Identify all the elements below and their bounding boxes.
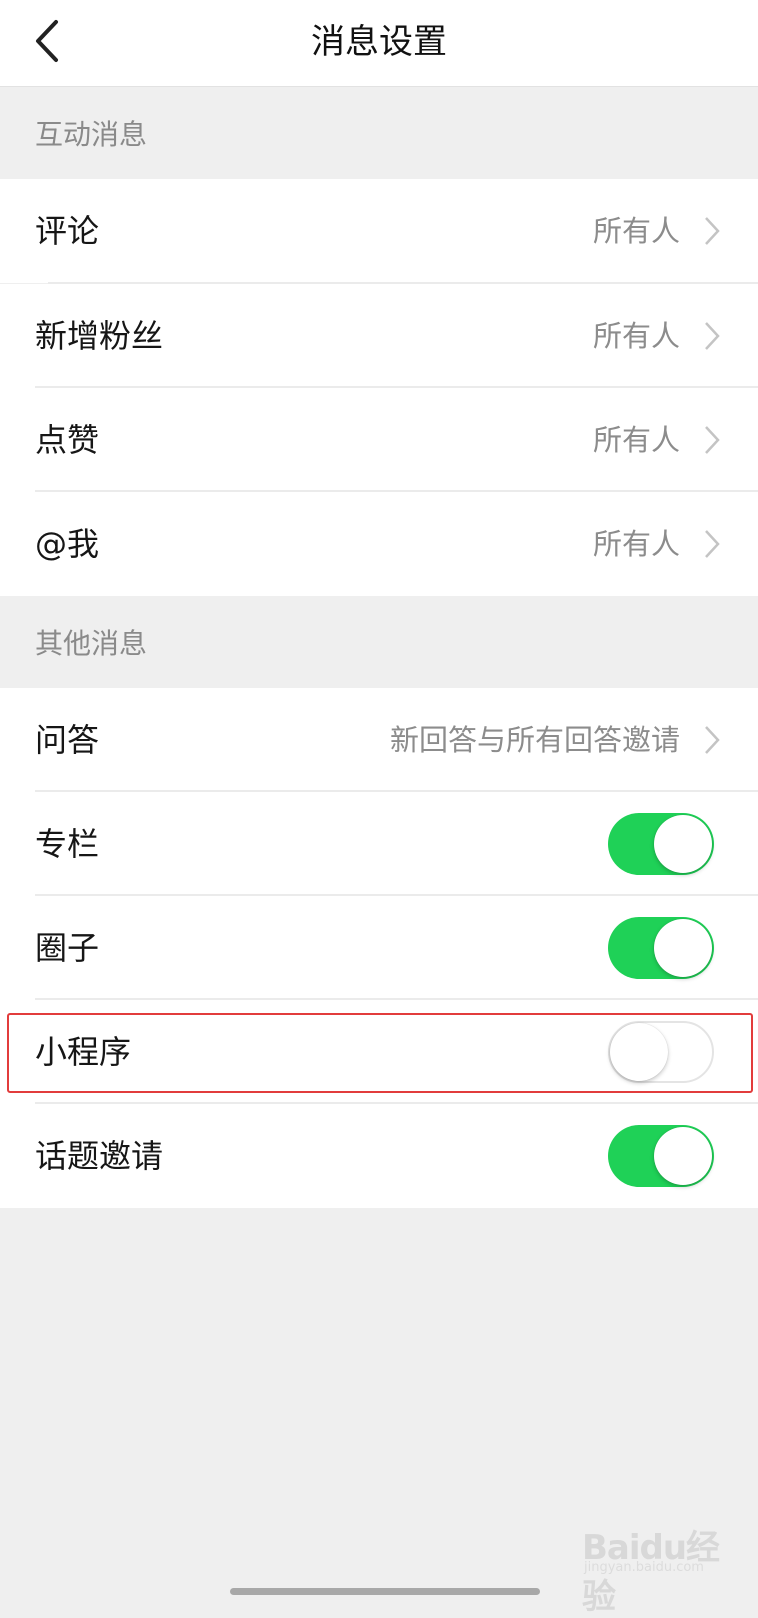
mini-program-toggle[interactable] — [608, 1021, 714, 1083]
setting-label: 专栏 — [35, 825, 100, 863]
topic-invite-toggle[interactable] — [608, 1125, 714, 1187]
setting-label: 评论 — [35, 212, 100, 250]
chevron-right-icon — [705, 726, 720, 754]
chevron-right-icon — [705, 426, 720, 454]
toggle-knob — [654, 815, 712, 873]
setting-label: 新增粉丝 — [35, 317, 164, 355]
chevron-right-icon — [705, 217, 720, 245]
setting-label: 点赞 — [35, 421, 100, 459]
setting-value: 新回答与所有回答邀请 — [389, 723, 680, 757]
setting-row-new-followers[interactable]: 新增粉丝 所有人 — [0, 284, 758, 388]
setting-value: 所有人 — [592, 319, 680, 353]
setting-row-mentions[interactable]: @我 所有人 — [0, 492, 758, 596]
chevron-right-icon — [705, 322, 720, 350]
setting-label: @我 — [35, 525, 100, 563]
circle-toggle[interactable] — [608, 917, 714, 979]
watermark-url: jingyan.baidu.com — [584, 1560, 704, 1575]
chevron-right-icon — [705, 530, 720, 558]
page-title: 消息设置 — [311, 22, 447, 62]
setting-label: 圈子 — [35, 929, 100, 967]
setting-label: 话题邀请 — [35, 1137, 164, 1175]
toggle-knob — [654, 919, 712, 977]
section-header-interactive: 互动消息 — [0, 87, 758, 179]
navigation-bar: 消息设置 — [0, 0, 758, 87]
watermark: Baidu经验 jingyan.baidu.com — [582, 1510, 732, 1617]
section-title: 其他消息 — [35, 627, 148, 660]
setting-row-qa[interactable]: 问答 新回答与所有回答邀请 — [0, 688, 758, 792]
setting-label: 问答 — [35, 721, 100, 759]
home-indicator[interactable] — [230, 1588, 540, 1595]
section-header-other: 其他消息 — [0, 596, 758, 688]
setting-row-comments[interactable]: 评论 所有人 — [0, 179, 758, 283]
setting-value: 所有人 — [592, 527, 680, 561]
setting-row-likes[interactable]: 点赞 所有人 — [0, 388, 758, 492]
toggle-knob — [654, 1127, 712, 1185]
column-toggle[interactable] — [608, 813, 714, 875]
setting-row-column: 专栏 — [0, 792, 758, 896]
setting-label: 小程序 — [35, 1033, 132, 1071]
toggle-knob — [610, 1023, 668, 1081]
setting-row-topic-invite: 话题邀请 — [0, 1104, 758, 1208]
section-title: 互动消息 — [35, 118, 148, 151]
setting-value: 所有人 — [592, 423, 680, 457]
setting-row-mini-program: 小程序 — [0, 1000, 758, 1104]
setting-value: 所有人 — [592, 214, 680, 248]
setting-row-circle: 圈子 — [0, 896, 758, 1000]
